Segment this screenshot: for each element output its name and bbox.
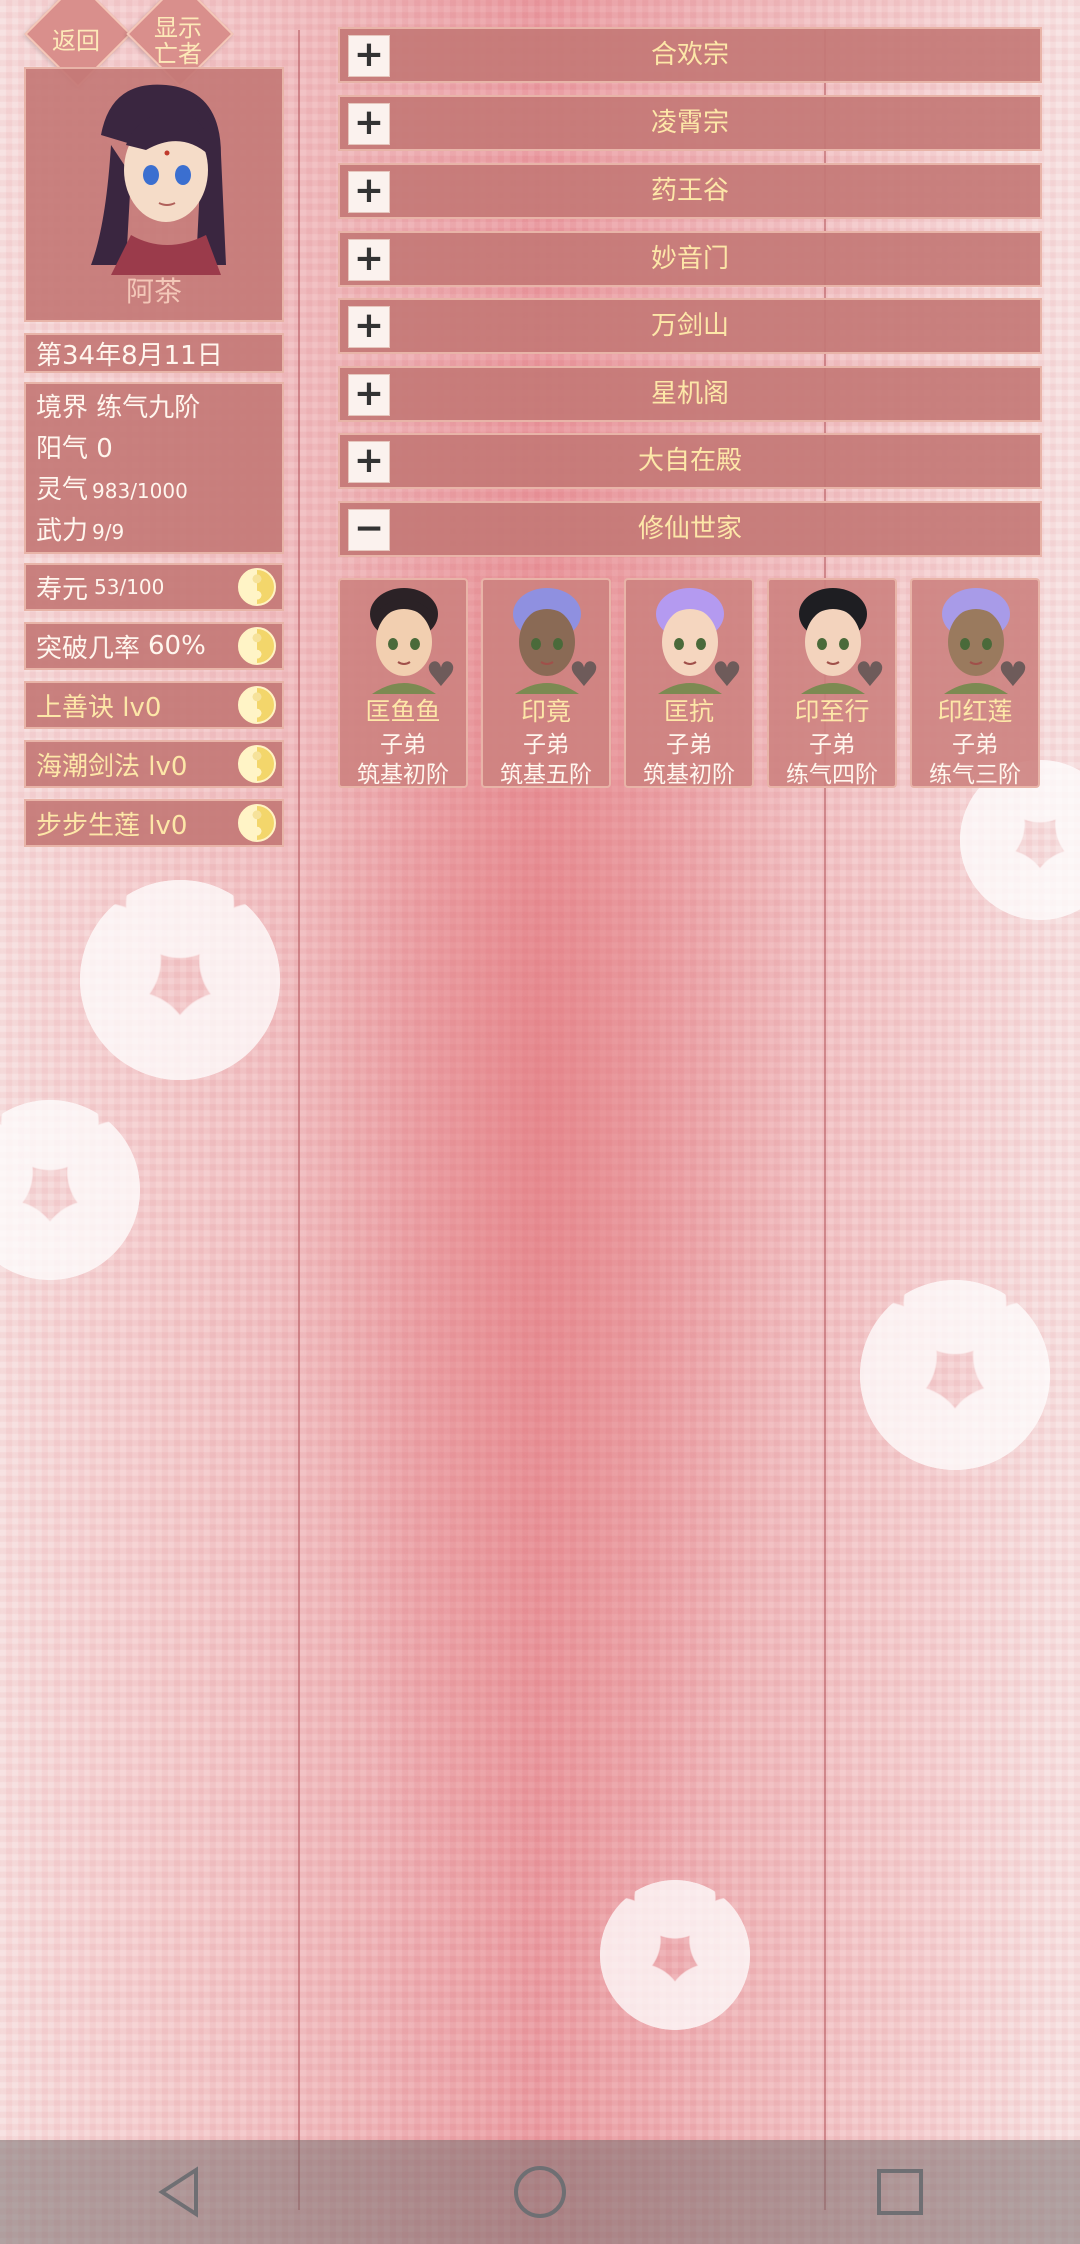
member-card[interactable]: ♥ 印竟子弟筑基五阶 xyxy=(481,578,611,788)
heart-icon[interactable]: ♥ xyxy=(853,658,887,692)
skill-label: 步步生莲 lv0 xyxy=(36,810,188,841)
heart-icon[interactable]: ♥ xyxy=(424,658,458,692)
character-avatar xyxy=(91,84,226,275)
sect-name: 凌霄宗 xyxy=(650,108,729,138)
divider-line xyxy=(298,30,300,2210)
sect-name: 妙音门 xyxy=(650,244,729,274)
sect-row[interactable]: + 合欢宗 xyxy=(338,27,1042,83)
breakthrough-value: 60% xyxy=(148,631,206,661)
member-level: 筑基五阶 xyxy=(500,762,592,788)
sect-row[interactable]: + 妙音门 xyxy=(338,231,1042,287)
flower-decoration xyxy=(600,1880,750,2030)
member-name: 匡抗 xyxy=(663,697,714,726)
sect-row[interactable]: + 万剑山 xyxy=(338,298,1042,354)
realm-value: 练气九阶 xyxy=(96,393,201,423)
sect-name: 修仙世家 xyxy=(637,514,742,544)
heart-icon[interactable]: ♥ xyxy=(996,658,1030,692)
skill-row[interactable]: 步步生莲 lv0 xyxy=(24,799,284,847)
realm-label: 境界 xyxy=(36,393,89,423)
member-role: 子弟 xyxy=(952,732,998,758)
member-name: 印至行 xyxy=(794,697,870,726)
member-level: 筑基初阶 xyxy=(357,762,449,788)
member-name: 匡鱼鱼 xyxy=(365,697,441,726)
sect-row[interactable]: − 修仙世家 xyxy=(338,501,1042,557)
skill-row[interactable]: 海潮剑法 lv0 xyxy=(24,740,284,788)
sect-row[interactable]: + 药王谷 xyxy=(338,163,1042,219)
member-card[interactable]: ♥ 印红莲子弟练气三阶 xyxy=(910,578,1040,788)
flower-decoration xyxy=(860,1280,1050,1470)
lifespan-value: 53/100 xyxy=(94,575,165,599)
system-nav-bar xyxy=(0,2140,1080,2244)
breakthrough-label: 突破几率 xyxy=(36,633,141,664)
date-panel: 第34年8月11日 xyxy=(24,333,284,373)
lifespan-label: 寿元 xyxy=(36,574,89,605)
member-level: 筑基初阶 xyxy=(643,762,735,788)
lifespan-row[interactable]: 寿元 53/100 xyxy=(24,563,284,611)
nav-home-icon[interactable] xyxy=(510,2162,570,2222)
flower-decoration xyxy=(80,880,280,1080)
skill-row[interactable]: 上善诀 lv0 xyxy=(24,681,284,729)
member-card[interactable]: ♥ 印至行子弟练气四阶 xyxy=(767,578,897,788)
game-date: 第34年8月11日 xyxy=(36,340,223,371)
nav-back-icon[interactable] xyxy=(150,2162,210,2222)
flower-decoration xyxy=(0,1100,140,1280)
yin-yang-icon xyxy=(238,686,276,724)
member-level: 练气四阶 xyxy=(786,762,878,788)
member-card[interactable]: ♥ 匡抗子弟筑基初阶 xyxy=(624,578,754,788)
character-portrait-panel[interactable]: 阿茶 xyxy=(24,67,284,322)
member-role: 子弟 xyxy=(809,732,855,758)
yang-label: 阳气 xyxy=(36,434,89,464)
yang-value: 0 xyxy=(96,434,113,464)
yin-yang-icon xyxy=(238,804,276,842)
yin-yang-icon xyxy=(238,568,276,606)
nav-recent-icon[interactable] xyxy=(870,2162,930,2222)
divider-line xyxy=(824,30,826,2210)
member-role: 子弟 xyxy=(666,732,712,758)
sect-row[interactable]: + 凌霄宗 xyxy=(338,95,1042,151)
sect-name: 大自在殿 xyxy=(637,446,742,476)
member-level: 练气三阶 xyxy=(929,762,1021,788)
breakthrough-row[interactable]: 突破几率 60% xyxy=(24,622,284,670)
yin-yang-icon xyxy=(238,745,276,783)
heart-icon[interactable]: ♥ xyxy=(567,658,601,692)
sect-name: 合欢宗 xyxy=(650,40,729,70)
sect-name: 星机阁 xyxy=(650,379,729,409)
skill-label: 上善诀 lv0 xyxy=(36,692,162,723)
member-name: 印红莲 xyxy=(937,697,1013,726)
member-name: 印竟 xyxy=(520,697,571,726)
heart-icon[interactable]: ♥ xyxy=(710,658,744,692)
skill-label: 海潮剑法 lv0 xyxy=(36,751,188,782)
force-label: 武力 xyxy=(36,516,89,546)
character-name: 阿茶 xyxy=(125,275,182,308)
sect-name: 万剑山 xyxy=(650,311,729,341)
spirit-value: 983/1000 xyxy=(92,479,188,503)
sect-row[interactable]: + 星机阁 xyxy=(338,366,1042,422)
member-role: 子弟 xyxy=(523,732,569,758)
member-card[interactable]: ♥ 匡鱼鱼子弟筑基初阶 xyxy=(338,578,468,788)
force-value: 9/9 xyxy=(92,520,125,544)
sect-row[interactable]: + 大自在殿 xyxy=(338,433,1042,489)
spirit-label: 灵气 xyxy=(36,475,89,505)
yin-yang-icon xyxy=(238,627,276,665)
member-role: 子弟 xyxy=(380,732,426,758)
sect-name: 药王谷 xyxy=(650,176,729,206)
stats-panel: 境界 练气九阶 阳气 0 灵气 983/1000 武力 9/9 xyxy=(24,382,284,554)
